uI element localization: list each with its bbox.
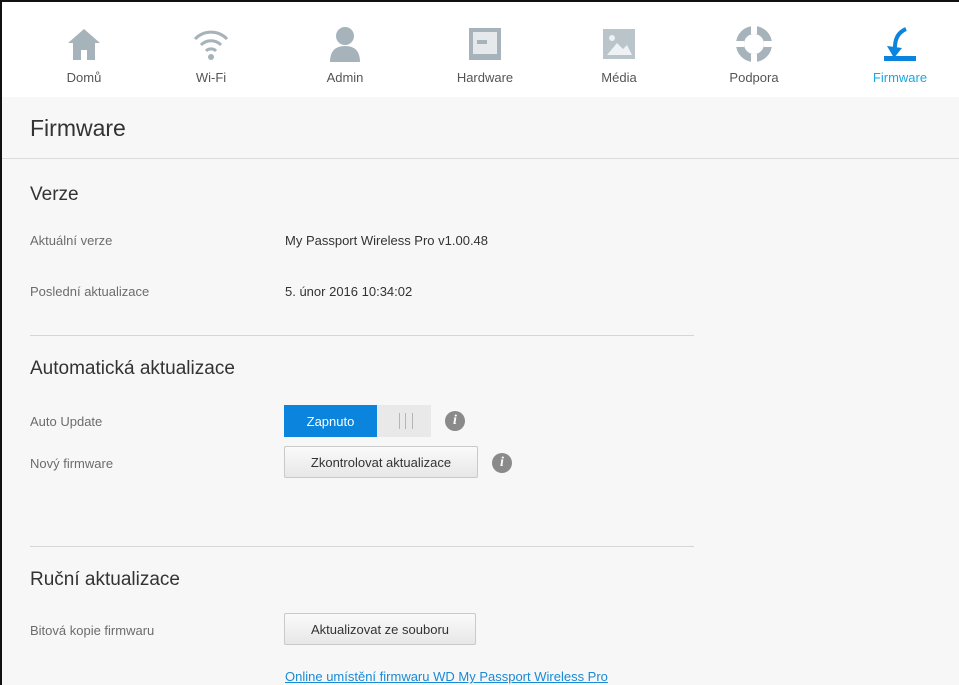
nav-item-home[interactable]: Domů bbox=[39, 2, 129, 97]
app-frame: Domů Wi-Fi Admin Hardware Média Podpora … bbox=[0, 0, 959, 685]
toggle-on-label: Zapnuto bbox=[284, 405, 377, 437]
auto-update-toggle[interactable]: Zapnuto bbox=[284, 405, 431, 437]
nav-item-wifi[interactable]: Wi-Fi bbox=[166, 2, 256, 97]
page-title: Firmware bbox=[30, 115, 126, 141]
firmware-image-label: Bitová kopie firmwaru bbox=[30, 623, 155, 638]
last-update-value: 5. únor 2016 10:34:02 bbox=[285, 284, 413, 299]
wifi-icon bbox=[192, 25, 230, 63]
nav-label-firmware: Firmware bbox=[872, 70, 928, 85]
nav-label-hardware: Hardware bbox=[456, 70, 514, 85]
section-title-auto-update: Automatická aktualizace bbox=[30, 358, 235, 379]
last-update-label: Poslední aktualizace bbox=[30, 284, 150, 299]
support-icon bbox=[735, 25, 773, 63]
new-firmware-label: Nový firmware bbox=[30, 456, 114, 471]
nav-label-support: Podpora bbox=[729, 70, 779, 85]
nav-label-wifi: Wi-Fi bbox=[195, 70, 227, 85]
home-icon bbox=[65, 25, 103, 63]
section-divider bbox=[30, 335, 694, 336]
nav-item-support[interactable]: Podpora bbox=[709, 2, 799, 97]
nav-label-admin: Admin bbox=[326, 70, 364, 85]
info-icon[interactable]: i bbox=[492, 453, 512, 473]
title-divider bbox=[2, 158, 959, 159]
update-from-file-button[interactable]: Aktualizovat ze souboru bbox=[284, 613, 476, 645]
nav-item-media[interactable]: Média bbox=[574, 2, 664, 97]
section-divider bbox=[30, 546, 694, 547]
info-icon[interactable]: i bbox=[445, 411, 465, 431]
nav-label-media: Média bbox=[601, 70, 637, 85]
check-updates-button[interactable]: Zkontrolovat aktualizace bbox=[284, 446, 478, 478]
section-title-manual-update: Ruční aktualizace bbox=[30, 569, 180, 590]
toggle-grip-icon bbox=[399, 413, 413, 429]
nav-item-firmware[interactable]: Firmware bbox=[855, 2, 945, 97]
current-version-value: My Passport Wireless Pro v1.00.48 bbox=[285, 233, 489, 248]
online-firmware-link[interactable]: Online umístění firmwaru WD My Passport … bbox=[285, 669, 608, 684]
current-version-label: Aktuální verze bbox=[30, 233, 113, 248]
nav-item-admin[interactable]: Admin bbox=[300, 2, 390, 97]
media-icon bbox=[600, 25, 638, 63]
user-icon bbox=[326, 25, 364, 63]
firmware-icon bbox=[881, 25, 919, 63]
section-title-version: Verze bbox=[30, 184, 79, 205]
nav-label-home: Domů bbox=[66, 70, 102, 85]
hardware-icon bbox=[466, 25, 504, 63]
top-nav: Domů Wi-Fi Admin Hardware Média Podpora … bbox=[2, 2, 959, 97]
nav-item-hardware[interactable]: Hardware bbox=[440, 2, 530, 97]
auto-update-label: Auto Update bbox=[30, 414, 103, 429]
